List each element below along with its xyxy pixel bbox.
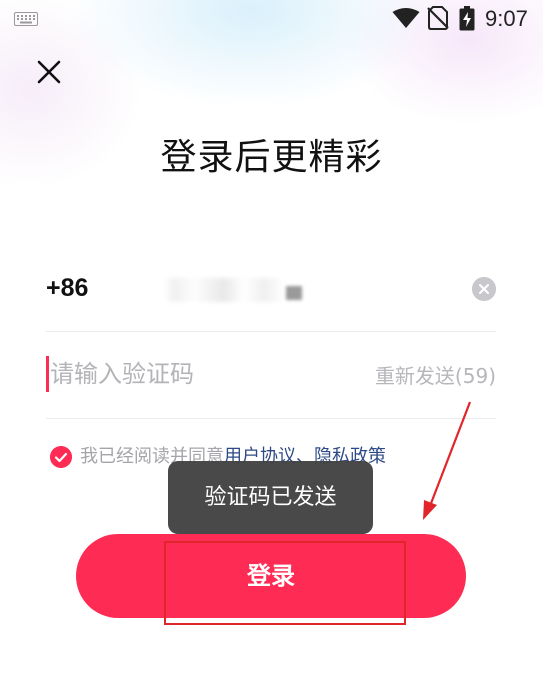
keyboard-icon	[14, 12, 38, 26]
clear-icon[interactable]	[472, 277, 496, 301]
battery-charging-icon	[459, 6, 475, 31]
phone-row: +86	[46, 258, 498, 320]
status-bar: 9:07	[0, 0, 543, 38]
redacted-phone-number	[164, 278, 384, 302]
redacted-phone-number-mark	[286, 286, 302, 300]
divider	[46, 418, 496, 419]
country-code-selector[interactable]: +86	[46, 270, 88, 306]
toast-message: 验证码已发送	[168, 461, 373, 534]
status-time: 9:07	[485, 6, 528, 31]
close-icon[interactable]	[34, 57, 64, 87]
login-button[interactable]: 登录	[76, 534, 466, 618]
text-caret	[46, 356, 49, 392]
wifi-icon	[392, 8, 420, 28]
resend-code-button[interactable]: 重新发送(59)	[375, 362, 496, 390]
divider	[46, 331, 496, 332]
no-sim-icon	[427, 6, 449, 30]
agreement-checkbox[interactable]	[50, 446, 72, 468]
page-title: 登录后更精彩	[160, 137, 383, 178]
verification-code-input[interactable]	[50, 356, 350, 392]
verification-code-row: 重新发送(59)	[46, 352, 498, 398]
